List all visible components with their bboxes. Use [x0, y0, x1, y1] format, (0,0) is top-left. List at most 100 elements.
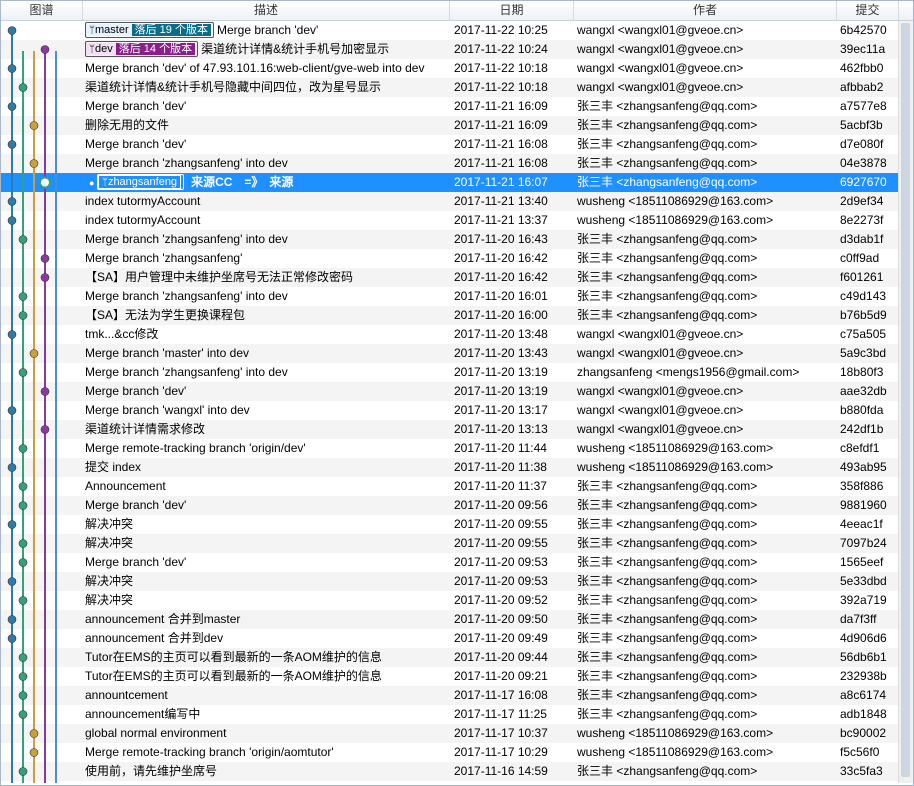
commit-node[interactable] — [7, 406, 17, 415]
commit-row[interactable]: Merge branch 'dev' 2017-11-20 13:19 wangxl… — [1, 382, 898, 401]
commit-row[interactable]: Merge branch 'dev' 2017-11-20 09:53 张三丰 <z… — [1, 553, 898, 572]
commit-author: wangxl <wangxl01@gveoe.cn> — [577, 42, 744, 56]
commit-row[interactable]: announcement 合并到master 2017-11-20 09:50 张三… — [1, 610, 898, 629]
commit-node[interactable] — [29, 748, 39, 757]
commit-node[interactable] — [7, 102, 17, 111]
commit-row[interactable]: 【SA】无法为学生更换课程包 2017-11-20 16:00 张三丰 <zhang… — [1, 306, 898, 325]
commit-row[interactable]: Merge branch 'master' into dev 2017-11-20… — [1, 344, 898, 363]
commit-row[interactable]: Merge branch 'zhangsanfeng' into dev 2017… — [1, 363, 898, 382]
commit-row[interactable]: 解决冲突 2017-11-20 09:55 张三丰 <zhangsanfeng@qq… — [1, 515, 898, 534]
commit-row[interactable]: 【SA】用户管理中未维护坐席号无法正常修改密码 2017-11-20 16:42 张… — [1, 268, 898, 287]
commit-node[interactable] — [7, 615, 17, 624]
vertical-scrollbar[interactable] — [898, 21, 913, 783]
commit-row[interactable]: announcement 合并到dev 2017-11-20 09:49 张三丰 <… — [1, 629, 898, 648]
commit-row[interactable]: Tutor在EMS的主页可以看到最新的一条AOM维护的信息 2017-11-20 … — [1, 648, 898, 667]
branch-tag-master[interactable]: ᛘmaster 落后 19 个版本 — [85, 22, 214, 38]
commit-node[interactable] — [18, 235, 28, 244]
commit-row[interactable]: Merge branch 'dev' 2017-11-20 09:56 张三丰 <z… — [1, 496, 898, 515]
commit-node[interactable] — [18, 691, 28, 700]
commit-row[interactable]: Merge branch 'wangxl' into dev 2017-11-20… — [1, 401, 898, 420]
commit-row-selected[interactable]: ● ᛘzhangsanfeng 来源CC =》 来源 2017-11-21 16:0… — [1, 173, 898, 192]
commit-node[interactable] — [18, 368, 28, 377]
commit-node[interactable] — [18, 311, 28, 320]
commit-node[interactable] — [29, 349, 39, 358]
commit-node[interactable] — [40, 273, 50, 282]
commit-message: Merge branch 'dev' — [85, 498, 187, 512]
commit-row[interactable]: Merge remote-tracking branch 'origin/aom… — [1, 743, 898, 762]
commit-row[interactable]: 渠道统计详情需求修改 2017-11-20 13:13 wangxl <wangxl… — [1, 420, 898, 439]
commit-row[interactable]: Merge branch 'dev' 2017-11-21 16:08 张三丰 <z… — [1, 135, 898, 154]
commit-node[interactable] — [29, 729, 39, 738]
commit-node[interactable] — [40, 425, 50, 434]
commit-node[interactable] — [7, 26, 17, 35]
commit-row[interactable]: 解决冲突 2017-11-20 09:53 张三丰 <zhangsanfeng@qq… — [1, 572, 898, 591]
commit-node[interactable] — [7, 577, 17, 586]
commit-node[interactable] — [18, 292, 28, 301]
commit-node[interactable] — [7, 216, 17, 225]
commit-row[interactable]: ᛘmaster 落后 19 个版本 Merge branch 'dev' 2017-1… — [1, 21, 898, 40]
scrollbar-thumb[interactable] — [901, 23, 910, 777]
commit-node[interactable] — [29, 121, 39, 130]
commit-node[interactable] — [18, 83, 28, 92]
commit-row[interactable]: Merge branch 'zhangsanfeng' 2017-11-20 16… — [1, 249, 898, 268]
commit-node[interactable] — [29, 159, 39, 168]
header-description[interactable]: 描述 — [83, 1, 450, 20]
commit-row[interactable]: ᛘdev 落后 14 个版本 渠道统计详情&统计手机号加密显示 2017-11-22 … — [1, 40, 898, 59]
commit-row[interactable]: Merge branch 'zhangsanfeng' into dev 2017… — [1, 230, 898, 249]
header-commit[interactable]: 提交 — [837, 1, 899, 20]
commit-row[interactable]: Tutor在EMS的主页可以看到最新的一条AOM维护的信息 2017-11-20 … — [1, 667, 898, 686]
commit-row[interactable]: index tutormyAccount 2017-11-21 13:40 wush… — [1, 192, 898, 211]
commit-hash: 6b42570 — [840, 23, 887, 37]
commit-row[interactable]: annountcement 2017-11-17 16:08 张三丰 <zhangs… — [1, 686, 898, 705]
commit-node[interactable] — [7, 520, 17, 529]
commit-hash: 33c5fa3 — [840, 764, 883, 778]
commit-node[interactable] — [18, 767, 28, 776]
commit-node[interactable] — [7, 463, 17, 472]
commit-row[interactable]: index tutormyAccount 2017-11-21 13:37 wush… — [1, 211, 898, 230]
commit-node[interactable] — [40, 45, 50, 54]
commit-node[interactable] — [7, 140, 17, 149]
commit-row[interactable]: Announcement 2017-11-20 11:37 张三丰 <zhangsa… — [1, 477, 898, 496]
commit-node[interactable] — [40, 387, 50, 396]
commit-row[interactable]: Merge branch 'dev' 2017-11-21 16:09 张三丰 <z… — [1, 97, 898, 116]
commit-node[interactable] — [7, 64, 17, 73]
branch-tag-zhangsanfeng[interactable]: ᛘzhangsanfeng — [96, 174, 185, 190]
header-author[interactable]: 作者 — [574, 1, 837, 20]
commit-node[interactable] — [18, 672, 28, 681]
commit-date: 2017-11-22 10:18 — [454, 80, 548, 94]
commit-row[interactable]: Merge branch 'zhangsanfeng' into dev 2017… — [1, 287, 898, 306]
commit-node[interactable] — [7, 330, 17, 339]
commit-node[interactable] — [39, 176, 51, 189]
commit-row[interactable]: Merge branch 'dev' of 47.93.101.16:web-c… — [1, 59, 898, 78]
commit-row[interactable]: 渠道统计详情&统计手机号隐藏中间四位，改为星号显示 2017-11-22 10:1… — [1, 78, 898, 97]
branch-tag-dev[interactable]: ᛘdev 落后 14 个版本 — [85, 41, 199, 57]
commit-row[interactable]: 解决冲突 2017-11-20 09:52 张三丰 <zhangsanfeng@qq… — [1, 591, 898, 610]
commit-node[interactable] — [18, 482, 28, 491]
commit-node[interactable] — [18, 444, 28, 453]
commit-node[interactable] — [7, 197, 17, 206]
commit-row[interactable]: 解决冲突 2017-11-20 09:55 张三丰 <zhangsanfeng@qq… — [1, 534, 898, 553]
commit-node[interactable] — [18, 596, 28, 605]
commit-row[interactable]: Merge remote-tracking branch 'origin/dev… — [1, 439, 898, 458]
commit-node[interactable] — [18, 501, 28, 510]
commit-node[interactable] — [40, 254, 50, 263]
commit-node[interactable] — [18, 558, 28, 567]
commit-node[interactable] — [18, 653, 28, 662]
header-graph[interactable]: 图谱 — [1, 1, 83, 20]
commit-author: wusheng <18511086929@163.com> — [577, 194, 774, 208]
commit-row[interactable]: announcement编写中 2017-11-17 11:25 张三丰 <zhan… — [1, 705, 898, 724]
commit-row[interactable]: 使用前，请先维护坐席号 2017-11-16 14:59 张三丰 <zhangsan… — [1, 762, 898, 781]
header-date[interactable]: 日期 — [450, 1, 574, 20]
commit-node[interactable] — [18, 710, 28, 719]
commit-message: announcement编写中 — [85, 707, 201, 721]
commit-hash: 6927670 — [840, 175, 887, 189]
commit-row[interactable]: global normal environment 2017-11-17 10:3… — [1, 724, 898, 743]
commit-node[interactable] — [7, 634, 17, 643]
commit-row[interactable]: 删除无用的文件 2017-11-21 16:09 张三丰 <zhangsanfeng… — [1, 116, 898, 135]
commit-row[interactable]: tmk...&cc修改 2017-11-20 13:48 wangxl <wangx… — [1, 325, 898, 344]
commit-author: 张三丰 <zhangsanfeng@qq.com> — [577, 650, 758, 664]
commit-node[interactable] — [18, 539, 28, 548]
commit-row[interactable]: Merge branch 'zhangsanfeng' into dev 2017… — [1, 154, 898, 173]
commit-description-cell: 【SA】无法为学生更换课程包 — [85, 306, 445, 325]
commit-row[interactable]: 提交 index 2017-11-20 11:38 wusheng <1851108… — [1, 458, 898, 477]
